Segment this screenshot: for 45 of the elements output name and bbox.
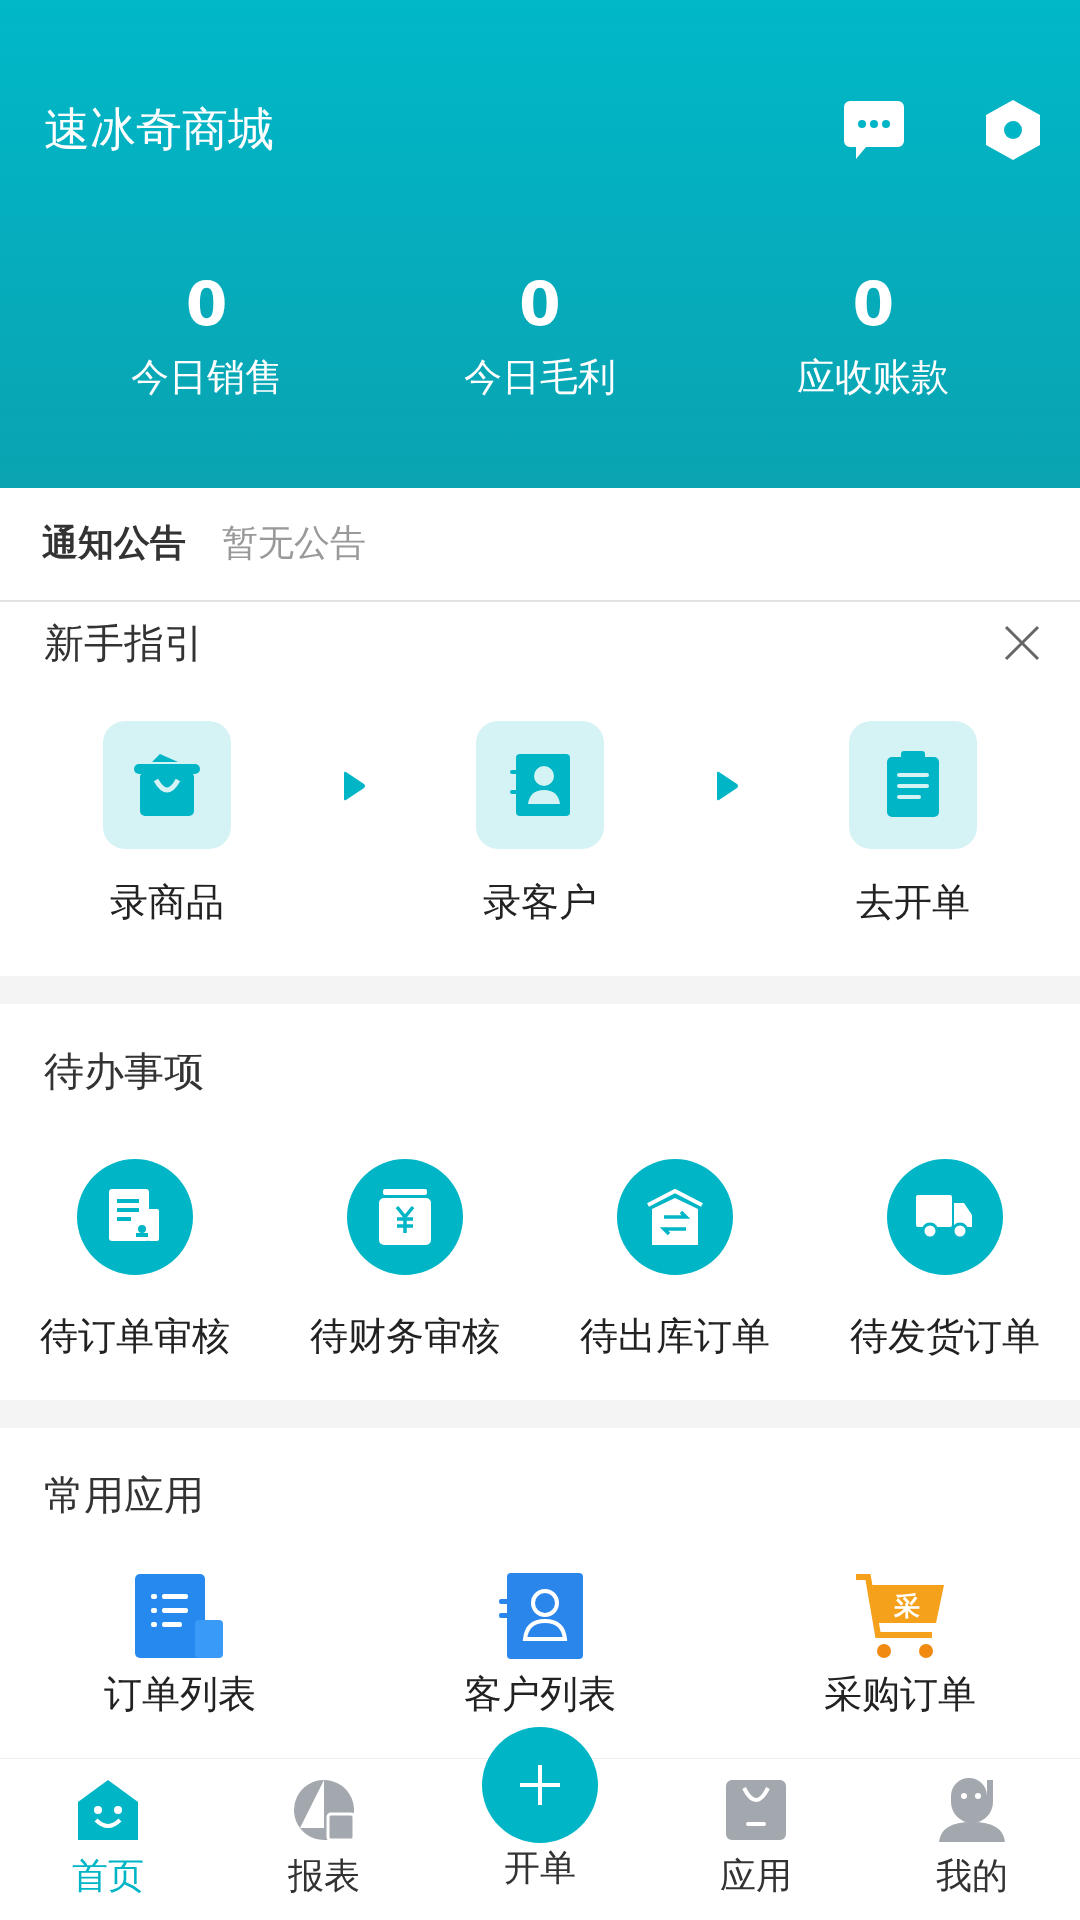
section-title: 常用应用 — [44, 1471, 204, 1521]
notice-text: 暂无公告 — [222, 521, 366, 566]
guide-step-tile[interactable] — [103, 720, 231, 849]
message-icon[interactable] — [844, 101, 904, 159]
settings-icon[interactable] — [986, 100, 1040, 160]
nav-tab[interactable]: 应用 — [648, 1759, 864, 1920]
todo-label[interactable]: 待财务审核 — [310, 1311, 500, 1363]
stat-value: 0 — [519, 274, 561, 334]
money-jar-icon — [379, 1189, 431, 1246]
nav-tab[interactable]: 报表 — [216, 1759, 432, 1920]
section-title: 新手指引 — [44, 618, 204, 668]
stat-value: 0 — [852, 274, 895, 334]
app-label[interactable]: 采购订单 — [824, 1669, 976, 1721]
stat-label: 今日销售 — [130, 354, 283, 401]
warehouse-icon — [646, 1189, 704, 1246]
nav-create-tab[interactable]: 开单 — [432, 1727, 648, 1920]
list-document-icon — [135, 1574, 225, 1661]
cart-badge-text: 采 — [894, 1590, 920, 1624]
nav-tab[interactable]: 我的 — [864, 1759, 1080, 1920]
notice-label: 通知公告 — [42, 521, 186, 566]
stat-value: 0 — [185, 274, 228, 334]
person-icon — [937, 1778, 1007, 1842]
smiling-house-icon — [76, 1778, 140, 1842]
stat-label: 应收账款 — [797, 354, 950, 401]
section-title: 待办事项 — [44, 1047, 204, 1097]
bag-icon — [132, 751, 202, 818]
store-title: 速冰奇商城 — [44, 101, 274, 158]
guide-step-label[interactable]: 录商品 — [110, 876, 224, 928]
todo-label[interactable]: 待出库订单 — [580, 1311, 770, 1363]
contact-book-icon — [508, 751, 572, 818]
close-icon[interactable] — [1004, 625, 1040, 662]
todo-label[interactable]: 待订单审核 — [40, 1311, 230, 1363]
todo-label[interactable]: 待发货订单 — [850, 1311, 1040, 1363]
arrow-icon — [341, 770, 366, 801]
truck-icon — [916, 1195, 974, 1240]
arrow-icon — [714, 770, 739, 801]
guide-step-label[interactable]: 录客户 — [483, 876, 597, 928]
app-label[interactable]: 客户列表 — [464, 1669, 616, 1721]
shopping-bag-icon — [724, 1778, 788, 1842]
clipboard-icon — [885, 750, 941, 819]
stat-label: 今日毛利 — [464, 354, 616, 401]
guide-step-label[interactable]: 去开单 — [856, 876, 970, 928]
guide-step-tile[interactable] — [849, 720, 977, 849]
guide-step-tile[interactable] — [476, 720, 604, 849]
app-label[interactable]: 订单列表 — [104, 1669, 256, 1721]
